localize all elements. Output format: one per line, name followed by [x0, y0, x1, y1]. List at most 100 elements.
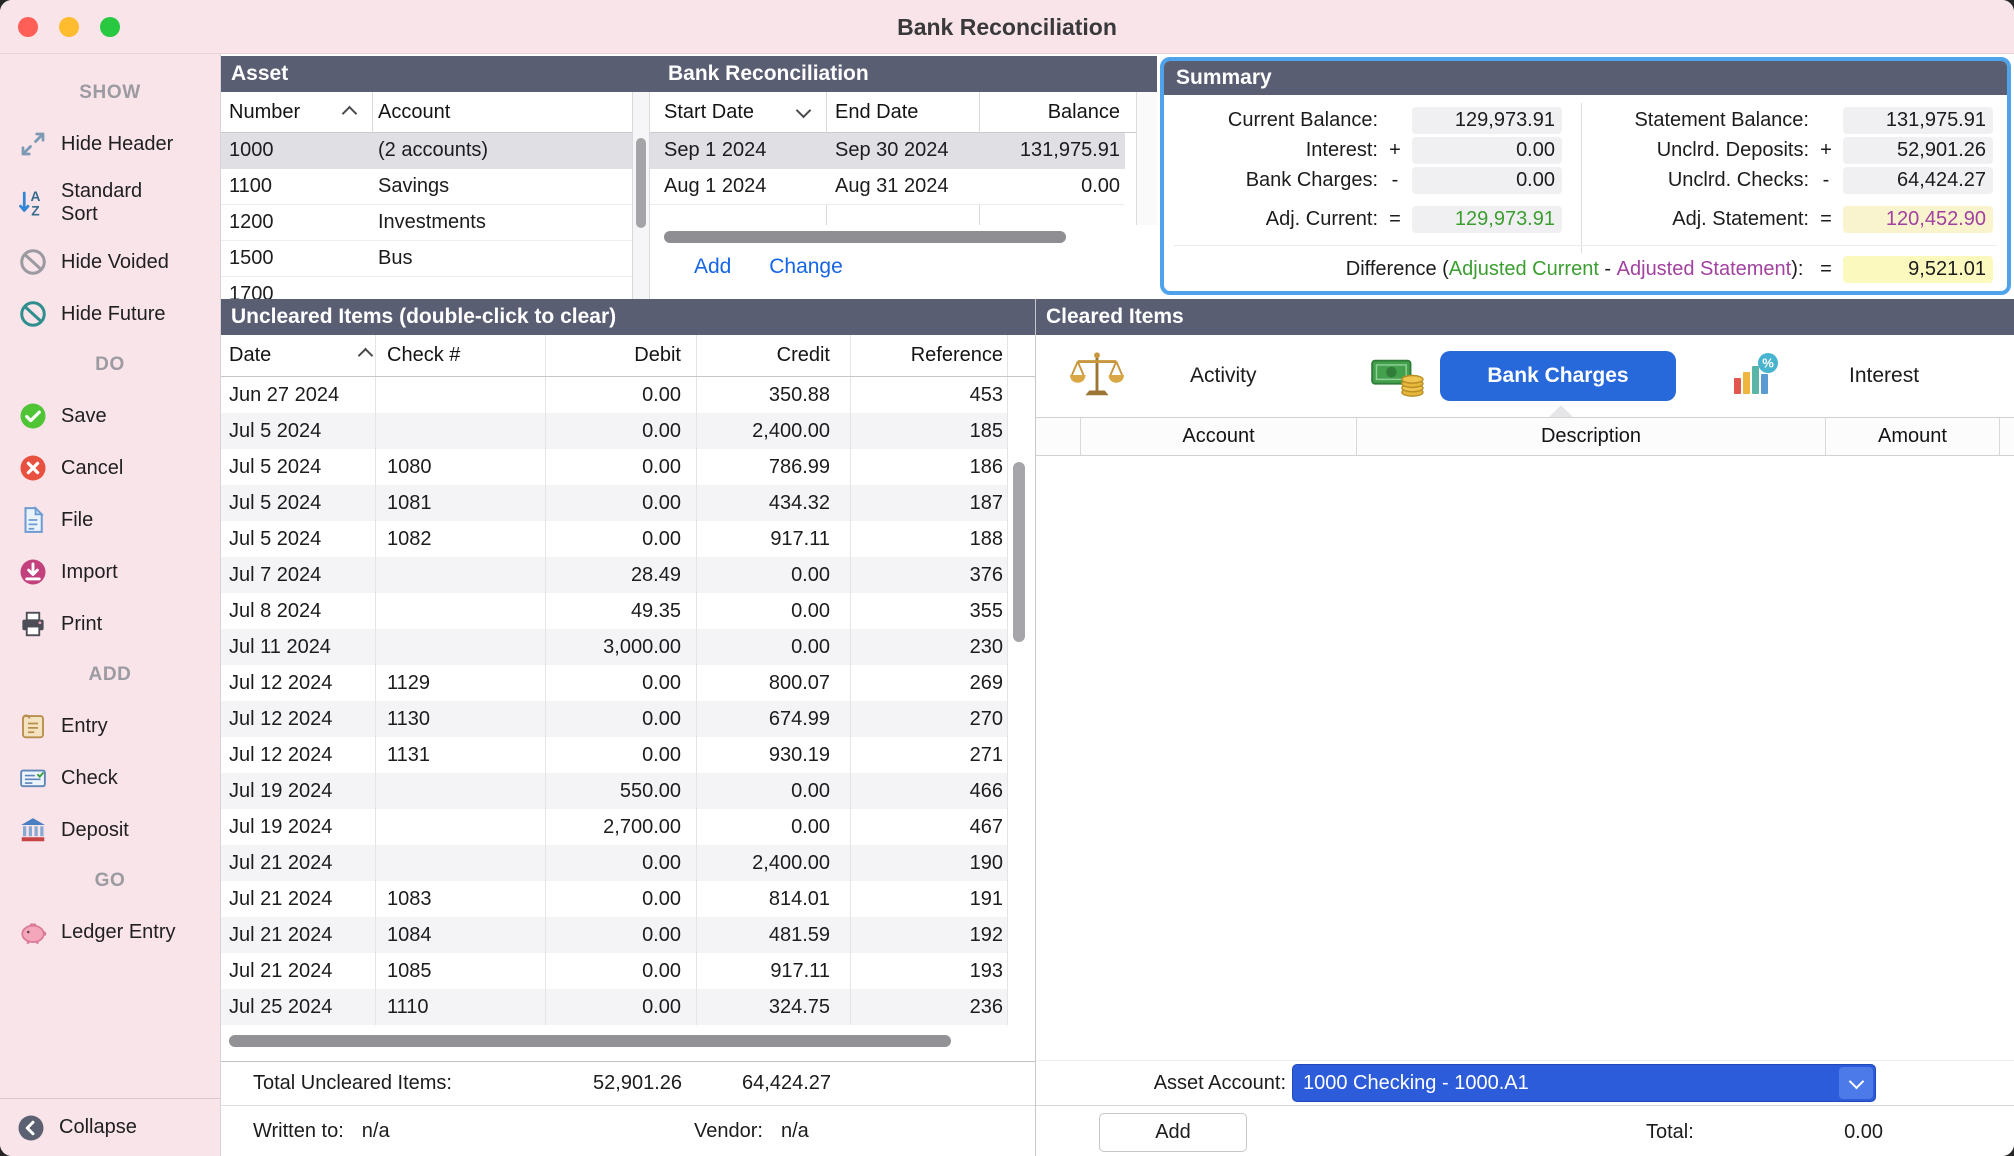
sidebar-item-hide-header[interactable]: Hide Header — [0, 118, 220, 170]
cell-debit: 49.35 — [546, 593, 697, 629]
svg-text:%: % — [1762, 356, 1774, 371]
sidebar-item-standard-sort[interactable]: AZStandard Sort — [0, 170, 220, 236]
uncleared-hscroll-thumb[interactable] — [229, 1035, 951, 1047]
cell-check — [376, 809, 546, 845]
sidebar-item-entry[interactable]: Entry — [0, 700, 220, 752]
summary-value: 0.00 — [1412, 167, 1562, 194]
summary-rule — [1174, 245, 1997, 246]
sidebar-item-deposit[interactable]: Deposit — [0, 804, 220, 856]
cell-debit: 0.00 — [546, 449, 697, 485]
sidebar-item-ledger-entry[interactable]: Ledger Entry — [0, 906, 220, 958]
column-header-check[interactable]: Check # — [376, 335, 546, 376]
add-cleared-button[interactable]: Add — [1099, 1113, 1247, 1152]
tab-interest[interactable]: % Interest — [1729, 335, 1919, 417]
cell-gutter — [1008, 737, 1035, 773]
written-to-value: n/a — [362, 1120, 390, 1142]
cell-gutter — [1008, 917, 1035, 953]
uncleared-table-row[interactable]: Jul 5 202410800.00786.99186 — [221, 449, 1035, 485]
written-to-label: Written to: — [253, 1120, 344, 1142]
column-header-number[interactable]: Number — [229, 92, 300, 133]
cell-start-date: Sep 1 2024 — [650, 133, 826, 168]
sidebar-item-hide-future[interactable]: Hide Future — [0, 288, 220, 340]
change-reconciliation-link[interactable]: Change — [769, 255, 843, 278]
sidebar-item-print[interactable]: Print — [0, 598, 220, 650]
scrollbar-thumb[interactable] — [636, 138, 646, 228]
cell-gutter — [1008, 953, 1035, 989]
asset-table-row[interactable]: 1100Savings — [221, 169, 632, 205]
summary-operator: - — [1809, 169, 1843, 192]
cell-credit: 2,400.00 — [697, 845, 851, 881]
uncleared-table-row[interactable]: Jul 5 20240.002,400.00185 — [221, 413, 1035, 449]
summary-label: Current Balance: — [1176, 109, 1378, 132]
column-header-account: Account — [1080, 418, 1356, 455]
cell-reference: 271 — [851, 737, 1008, 773]
uncleared-table-row[interactable]: Jul 5 202410820.00917.11188 — [221, 521, 1035, 557]
cell-reference: 193 — [851, 953, 1008, 989]
cell-debit: 0.00 — [546, 989, 697, 1025]
sidebar-item-import[interactable]: Import — [0, 546, 220, 598]
cell-date: Jul 5 2024 — [221, 485, 376, 521]
uncleared-table-row[interactable]: Jul 11 20243,000.000.00230 — [221, 629, 1035, 665]
cleared-gutter — [1036, 418, 1080, 455]
uncleared-table-row[interactable]: Jul 12 202411310.00930.19271 — [221, 737, 1035, 773]
uncleared-table-row[interactable]: Jul 8 202449.350.00355 — [221, 593, 1035, 629]
uncleared-table-row[interactable]: Jul 5 202410810.00434.32187 — [221, 485, 1035, 521]
cell-check: 1129 — [376, 665, 546, 701]
cell-gutter — [1008, 413, 1035, 449]
uncleared-table-row[interactable]: Jul 12 202411290.00800.07269 — [221, 665, 1035, 701]
cell-credit: 0.00 — [697, 593, 851, 629]
add-reconciliation-link[interactable]: Add — [694, 255, 731, 278]
bank-rec-table-row[interactable]: Sep 1 2024Sep 30 2024131,975.91 — [650, 133, 1125, 169]
asset-bank-rec-panel: Asset Bank Reconciliation Number Account… — [221, 56, 1157, 299]
column-header-start-date[interactable]: Start Date — [664, 92, 754, 133]
asset-table-row[interactable]: 1000(2 accounts) — [221, 133, 632, 169]
vendor-value: n/a — [781, 1120, 809, 1142]
cell-reference: 270 — [851, 701, 1008, 737]
uncleared-table-row[interactable]: Jul 25 202411100.00324.75236 — [221, 989, 1035, 1025]
column-header-account[interactable]: Account — [378, 92, 450, 133]
bank-charges-button[interactable]: Bank Charges — [1440, 351, 1676, 401]
cell-credit: 674.99 — [697, 701, 851, 737]
sidebar-item-save[interactable]: Save — [0, 390, 220, 442]
cell-credit: 0.00 — [697, 557, 851, 593]
uncleared-table-row[interactable]: Jul 12 202411300.00674.99270 — [221, 701, 1035, 737]
total-value: 0.00 — [1736, 1113, 1883, 1152]
tab-activity[interactable]: Activity — [1066, 335, 1257, 417]
cell-reference: 187 — [851, 485, 1008, 521]
uncleared-table-row[interactable]: Jul 21 202410840.00481.59192 — [221, 917, 1035, 953]
uncleared-table-row[interactable]: Jun 27 20240.00350.88453 — [221, 377, 1035, 413]
sidebar-item-label: Hide Voided — [61, 251, 169, 274]
asset-account-select[interactable]: 1000 Checking - 1000.A1 — [1292, 1064, 1876, 1102]
sidebar-item-check[interactable]: Check — [0, 752, 220, 804]
tab-bank-charges[interactable]: Bank Charges — [1370, 335, 1676, 417]
svg-text:A: A — [31, 189, 41, 204]
uncleared-table-row[interactable]: Jul 7 202428.490.00376 — [221, 557, 1035, 593]
cell-debit: 0.00 — [546, 485, 697, 521]
uncleared-vscroll-thumb[interactable] — [1013, 462, 1025, 642]
cell-credit: 800.07 — [697, 665, 851, 701]
bank-rec-hscroll-thumb[interactable] — [664, 231, 1066, 243]
asset-table-row[interactable]: 1500Bus — [221, 241, 632, 277]
uncleared-table-row[interactable]: Jul 21 202410850.00917.11193 — [221, 953, 1035, 989]
column-header-credit: Credit — [697, 335, 851, 376]
bank-charges-icon — [1370, 353, 1428, 399]
entry-icon — [18, 711, 48, 741]
summary-operator: = — [1378, 208, 1412, 231]
bank-rec-table-row[interactable]: Aug 1 2024Aug 31 20240.00 — [650, 169, 1125, 205]
cell-check: 1084 — [376, 917, 546, 953]
sidebar-item-cancel[interactable]: Cancel — [0, 442, 220, 494]
collapse-button[interactable]: Collapse — [0, 1098, 220, 1156]
uncleared-table-row[interactable]: Jul 21 202410830.00814.01191 — [221, 881, 1035, 917]
asset-table-row[interactable]: 1700 — [221, 277, 632, 299]
column-header-date[interactable]: Date — [221, 335, 376, 376]
cell-reference: 192 — [851, 917, 1008, 953]
asset-table-row[interactable]: 1200Investments — [221, 205, 632, 241]
sidebar-item-file[interactable]: File — [0, 494, 220, 546]
cell-reference: 236 — [851, 989, 1008, 1025]
uncleared-table-row[interactable]: Jul 19 2024550.000.00466 — [221, 773, 1035, 809]
sidebar-item-hide-voided[interactable]: Hide Voided — [0, 236, 220, 288]
cell-credit: 786.99 — [697, 449, 851, 485]
uncleared-table-row[interactable]: Jul 19 20242,700.000.00467 — [221, 809, 1035, 845]
uncleared-table-row[interactable]: Jul 21 20240.002,400.00190 — [221, 845, 1035, 881]
asset-scrollbar — [632, 92, 650, 299]
